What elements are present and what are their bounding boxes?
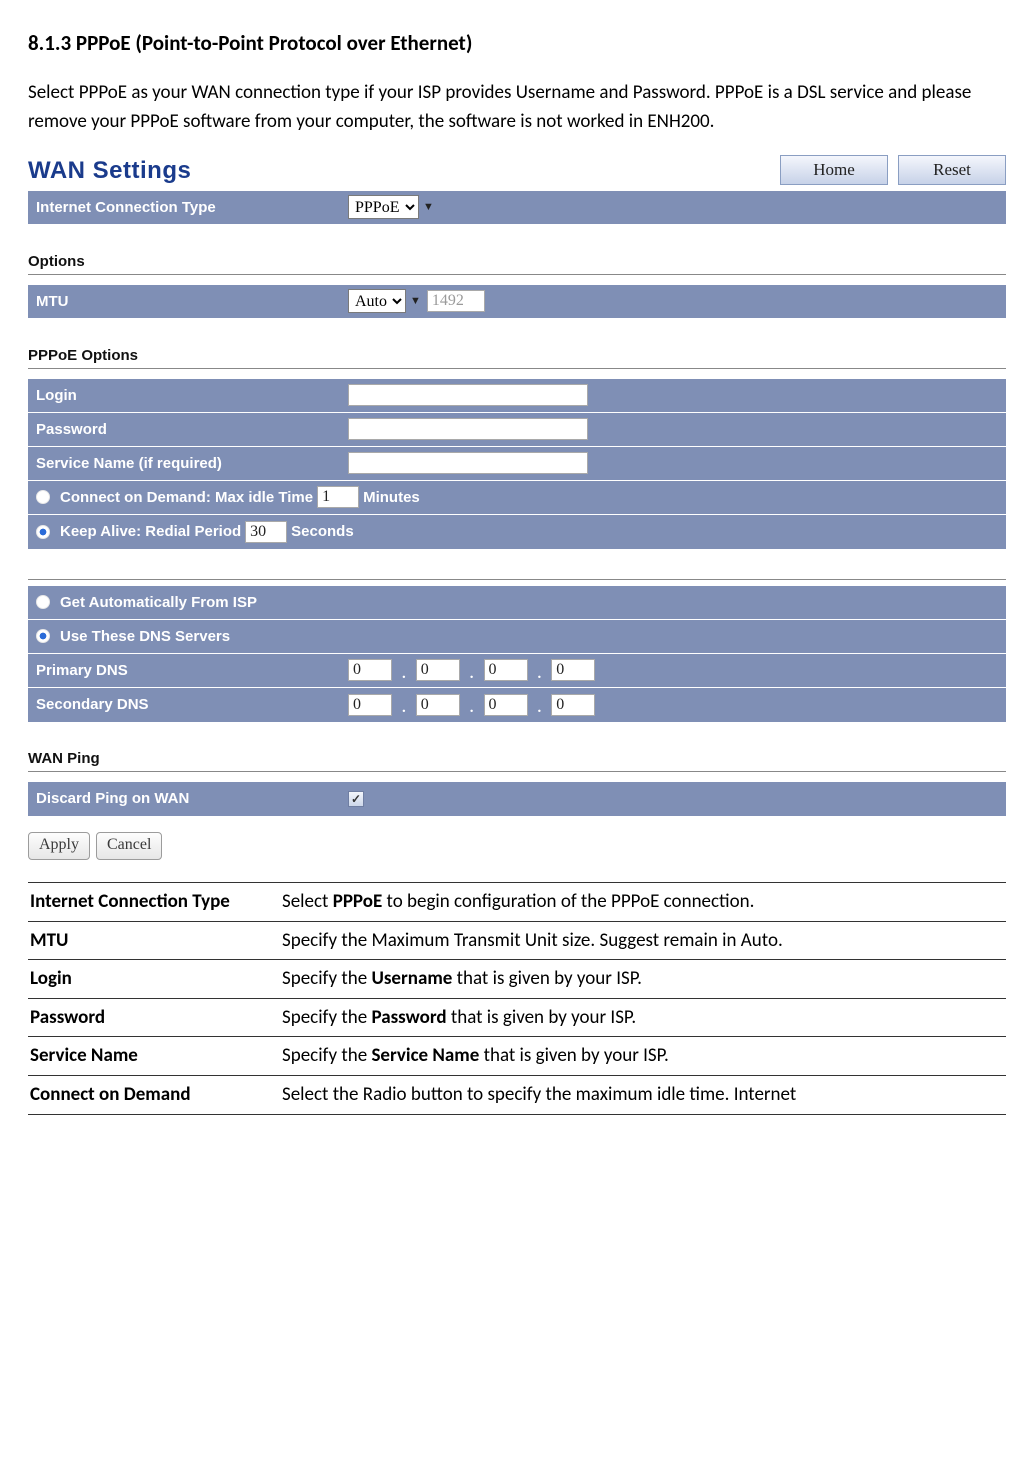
login-input[interactable] <box>348 384 588 406</box>
cancel-button[interactable]: Cancel <box>96 832 162 860</box>
dns-auto-label: Get Automatically From ISP <box>60 594 257 611</box>
pppoe-options-header: PPPoE Options <box>28 347 1006 369</box>
dns-manual-label: Use These DNS Servers <box>60 628 230 645</box>
reset-button[interactable]: Reset <box>898 155 1006 185</box>
row-primary-dns: Primary DNS . . . <box>28 654 1006 688</box>
primary-dns-octet-1[interactable] <box>348 659 392 681</box>
connect-on-demand-label-post: Minutes <box>363 489 420 506</box>
table-row: Service Name Specify the Service Name th… <box>28 1037 1006 1076</box>
keep-alive-label-post: Seconds <box>291 523 354 540</box>
connect-on-demand-label-pre: Connect on Demand: Max idle Time <box>60 489 313 506</box>
primary-dns-octet-4[interactable] <box>551 659 595 681</box>
row-login: Login <box>28 379 1006 413</box>
section-heading: 8.1.3 PPPoE (Point-to-Point Protocol ove… <box>28 30 1006 56</box>
row-dns-manual: Use These DNS Servers <box>28 620 1006 654</box>
secondary-dns-octet-1[interactable] <box>348 694 392 716</box>
row-password: Password <box>28 413 1006 447</box>
desc-key: Login <box>28 960 280 999</box>
home-button[interactable]: Home <box>780 155 888 185</box>
password-label: Password <box>36 421 348 438</box>
connect-on-demand-radio[interactable] <box>36 490 50 504</box>
desc-key: Internet Connection Type <box>28 882 280 921</box>
table-row: Connect on Demand Select the Radio butto… <box>28 1076 1006 1115</box>
apply-button[interactable]: Apply <box>28 832 90 860</box>
row-service-name: Service Name (if required) <box>28 447 1006 481</box>
desc-val: Specify the Service Name that is given b… <box>280 1037 1006 1076</box>
primary-dns-octet-2[interactable] <box>416 659 460 681</box>
chevron-down-icon: ▼ <box>423 201 434 213</box>
secondary-dns-label: Secondary DNS <box>36 696 348 713</box>
secondary-dns-octet-3[interactable] <box>484 694 528 716</box>
options-header: Options <box>28 253 1006 275</box>
table-row: Internet Connection Type Select PPPoE to… <box>28 882 1006 921</box>
primary-dns-octet-3[interactable] <box>484 659 528 681</box>
service-name-input[interactable] <box>348 452 588 474</box>
row-connection-type: Internet Connection Type PPPoE ▼ <box>28 191 1006 225</box>
desc-key: Password <box>28 998 280 1037</box>
login-label: Login <box>36 387 348 404</box>
connection-type-select[interactable]: PPPoE <box>348 195 419 219</box>
wan-ping-header: WAN Ping <box>28 750 1006 772</box>
row-mtu: MTU Auto ▼ <box>28 285 1006 319</box>
row-keep-alive: Keep Alive: Redial Period Seconds <box>28 515 1006 549</box>
table-row: Login Specify the Username that is given… <box>28 960 1006 999</box>
connection-type-label: Internet Connection Type <box>36 199 348 216</box>
mtu-value-input[interactable] <box>427 290 485 312</box>
service-name-label: Service Name (if required) <box>36 455 348 472</box>
table-row: Password Specify the Password that is gi… <box>28 998 1006 1037</box>
desc-key: MTU <box>28 921 280 960</box>
wan-settings-screenshot: WAN Settings Home Reset Internet Connect… <box>28 155 1006 872</box>
desc-key: Connect on Demand <box>28 1076 280 1115</box>
max-idle-time-input[interactable] <box>317 486 359 508</box>
row-discard-ping: Discard Ping on WAN ✓ <box>28 782 1006 816</box>
desc-val: Specify the Password that is given by yo… <box>280 998 1006 1037</box>
desc-val: Specify the Username that is given by yo… <box>280 960 1006 999</box>
desc-val: Select the Radio button to specify the m… <box>280 1076 1006 1115</box>
password-input[interactable] <box>348 418 588 440</box>
secondary-dns-octet-2[interactable] <box>416 694 460 716</box>
panel-title: WAN Settings <box>28 155 191 185</box>
row-connect-on-demand: Connect on Demand: Max idle Time Minutes <box>28 481 1006 515</box>
desc-key: Service Name <box>28 1037 280 1076</box>
dns-auto-radio[interactable] <box>36 595 50 609</box>
desc-val: Specify the Maximum Transmit Unit size. … <box>280 921 1006 960</box>
table-row: MTU Specify the Maximum Transmit Unit si… <box>28 921 1006 960</box>
secondary-dns-octet-4[interactable] <box>551 694 595 716</box>
row-secondary-dns: Secondary DNS . . . <box>28 688 1006 722</box>
desc-val: Select PPPoE to begin configuration of t… <box>280 882 1006 921</box>
primary-dns-label: Primary DNS <box>36 662 348 679</box>
discard-ping-checkbox[interactable]: ✓ <box>348 791 364 807</box>
discard-ping-label: Discard Ping on WAN <box>36 790 348 807</box>
dns-manual-radio[interactable] <box>36 629 50 643</box>
intro-paragraph: Select PPPoE as your WAN connection type… <box>28 78 1006 137</box>
mtu-mode-select[interactable]: Auto <box>348 289 406 313</box>
chevron-down-icon: ▼ <box>410 295 421 307</box>
keep-alive-radio[interactable] <box>36 525 50 539</box>
mtu-label: MTU <box>36 293 348 310</box>
field-description-table: Internet Connection Type Select PPPoE to… <box>28 882 1006 1115</box>
keep-alive-label-pre: Keep Alive: Redial Period <box>60 523 241 540</box>
redial-period-input[interactable] <box>245 521 287 543</box>
row-dns-auto: Get Automatically From ISP <box>28 586 1006 620</box>
